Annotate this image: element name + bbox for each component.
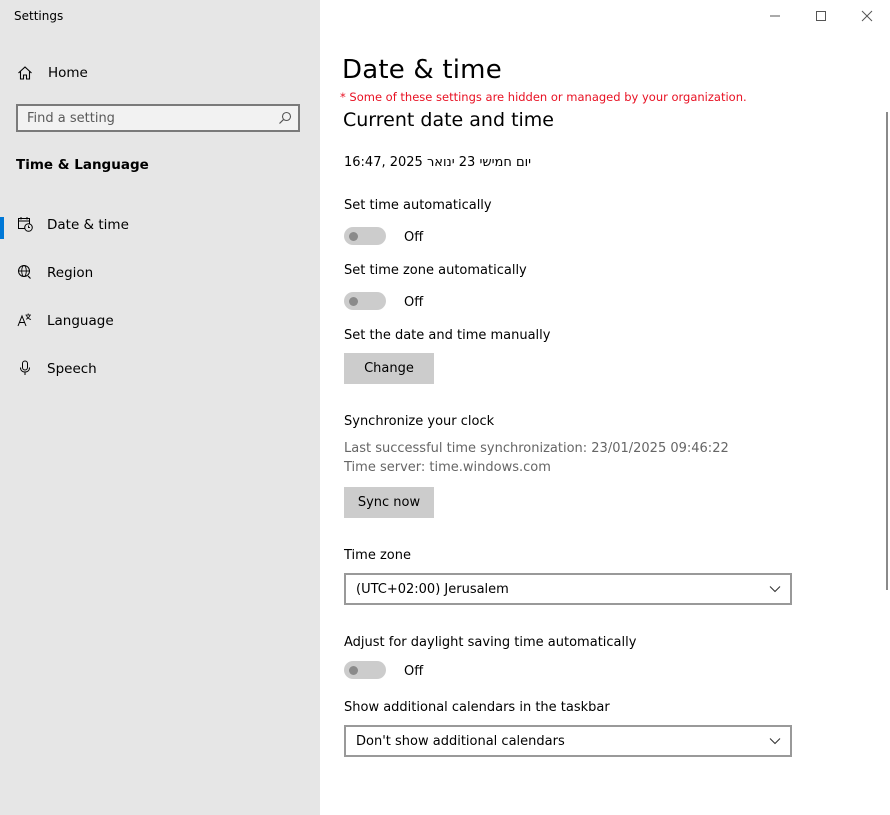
calendars-dropdown[interactable]: Don't show additional calendars [344, 725, 792, 757]
dst-state: Off [404, 664, 424, 679]
sidebar-item-label: Date & time [47, 217, 129, 233]
dst-label: Adjust for daylight saving time automati… [344, 635, 637, 650]
close-button[interactable] [844, 0, 890, 32]
maximize-icon [816, 11, 826, 21]
app-title: Settings [14, 9, 64, 23]
home-icon [18, 66, 32, 80]
minimize-icon [770, 15, 780, 17]
home-nav-item[interactable]: Home [0, 58, 320, 88]
toggle-knob [349, 232, 358, 241]
manual-datetime-label: Set the date and time manually [344, 328, 551, 343]
microphone-icon [20, 360, 30, 375]
set-timezone-auto-toggle[interactable] [344, 292, 386, 310]
timezone-label: Time zone [344, 548, 411, 563]
home-label: Home [48, 65, 88, 81]
main-content: Date & time * Some of these settings are… [320, 0, 890, 815]
close-icon [861, 10, 873, 22]
set-time-auto-toggle[interactable] [344, 227, 386, 245]
timezone-value: (UTC+02:00) Jerusalem [356, 582, 509, 597]
time-server-text: Time server: time.windows.com [344, 460, 551, 475]
sync-now-button[interactable]: Sync now [344, 487, 434, 518]
chevron-down-icon [769, 738, 781, 745]
org-warning: * Some of these settings are hidden or m… [340, 90, 747, 104]
chevron-down-icon [769, 586, 781, 593]
set-timezone-auto-state: Off [404, 295, 424, 310]
sidebar: Settings Home Time & Language [0, 0, 320, 815]
minimize-button[interactable] [752, 0, 798, 32]
sidebar-item-region[interactable]: Region [0, 255, 320, 291]
sidebar-item-language[interactable]: Language [0, 303, 320, 339]
timezone-dropdown[interactable]: (UTC+02:00) Jerusalem [344, 573, 792, 605]
selected-indicator [0, 217, 4, 239]
language-icon [17, 313, 32, 327]
search-box[interactable] [16, 104, 300, 132]
search-input[interactable] [27, 109, 267, 127]
current-date-time-heading: Current date and time [343, 109, 554, 131]
dst-toggle[interactable] [344, 661, 386, 679]
calendars-value: Don't show additional calendars [356, 734, 565, 749]
sidebar-item-label: Speech [47, 361, 97, 377]
sidebar-item-date-time[interactable]: Date & time [0, 207, 320, 243]
sidebar-item-label: Language [47, 313, 114, 329]
current-datetime: 16:47, 2025 יום חמישי 23 ינואר [344, 155, 532, 170]
set-time-auto-label: Set time automatically [344, 198, 492, 213]
set-timezone-auto-label: Set time zone automatically [344, 263, 527, 278]
globe-icon [18, 265, 31, 279]
toggle-knob [349, 297, 358, 306]
page-title: Date & time [342, 55, 502, 85]
search-icon[interactable] [278, 111, 292, 125]
section-heading: Time & Language [16, 157, 149, 173]
toggle-knob [349, 666, 358, 675]
settings-window: Settings Home Time & Language [0, 0, 890, 815]
sync-clock-label: Synchronize your clock [344, 414, 495, 429]
last-sync-text: Last successful time synchronization: 23… [344, 441, 729, 456]
calendars-label: Show additional calendars in the taskbar [344, 700, 610, 715]
sidebar-item-speech[interactable]: Speech [0, 351, 320, 387]
maximize-button[interactable] [798, 0, 844, 32]
date-time-icon [18, 217, 33, 232]
window-controls [752, 0, 890, 32]
set-time-auto-state: Off [404, 230, 424, 245]
change-button[interactable]: Change [344, 353, 434, 384]
sidebar-item-label: Region [47, 265, 94, 281]
scrollbar[interactable] [886, 112, 888, 590]
